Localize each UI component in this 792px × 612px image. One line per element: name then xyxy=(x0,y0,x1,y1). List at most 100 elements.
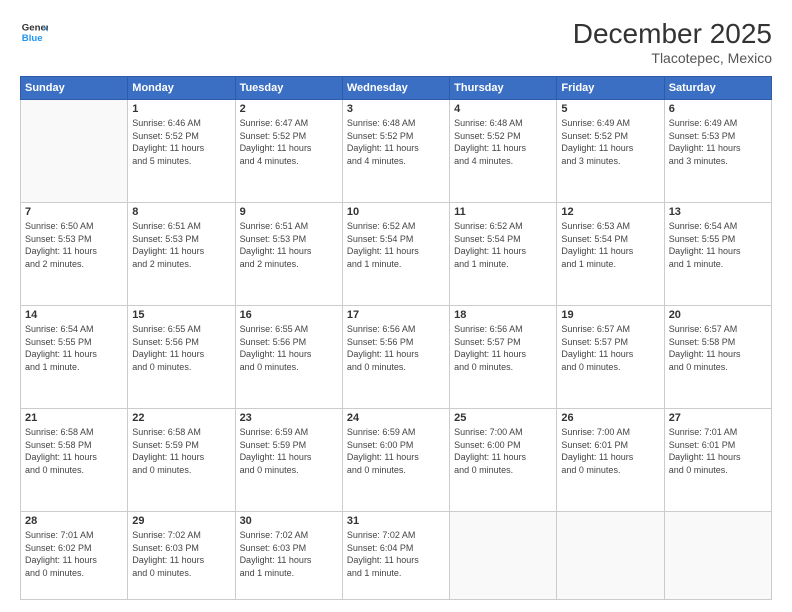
table-row: 19 Sunrise: 6:57 AM Sunset: 5:57 PM Dayli… xyxy=(557,306,664,409)
day-number: 25 xyxy=(454,412,552,424)
table-row: 14 Sunrise: 6:54 AM Sunset: 5:55 PM Dayli… xyxy=(21,306,128,409)
logo: General Blue xyxy=(20,18,48,46)
day-info: Sunrise: 6:55 AM Sunset: 5:56 PM Dayligh… xyxy=(240,323,338,373)
col-sunday: Sunday xyxy=(21,77,128,100)
svg-text:General: General xyxy=(22,22,48,33)
page: General Blue December 2025 Tlacotepec, M… xyxy=(0,0,792,612)
table-row: 26Sunrise: 7:00 AM Sunset: 6:01 PM Dayli… xyxy=(557,409,664,512)
day-info: Sunrise: 6:53 AM Sunset: 5:54 PM Dayligh… xyxy=(561,220,659,270)
table-row: 12Sunrise: 6:53 AM Sunset: 5:54 PM Dayli… xyxy=(557,203,664,306)
day-info: Sunrise: 6:50 AM Sunset: 5:53 PM Dayligh… xyxy=(25,220,123,270)
day-info: Sunrise: 6:59 AM Sunset: 6:00 PM Dayligh… xyxy=(347,426,445,476)
day-number: 4 xyxy=(454,103,552,115)
day-number: 14 xyxy=(25,309,123,321)
table-row xyxy=(21,100,128,203)
table-row: 28 Sunrise: 7:01 AM Sunset: 6:02 PM Dayli… xyxy=(21,512,128,600)
table-row: 10 Sunrise: 6:52 AM Sunset: 5:54 PM Dayli… xyxy=(342,203,449,306)
table-row: 3 Sunrise: 6:48 AM Sunset: 5:52 PM Daylig… xyxy=(342,100,449,203)
table-row: 6Sunrise: 6:49 AM Sunset: 5:53 PM Daylig… xyxy=(664,100,771,203)
day-number: 13 xyxy=(669,206,767,218)
day-info: Sunrise: 6:57 AM Sunset: 5:58 PM Dayligh… xyxy=(669,323,767,373)
table-row: 23 Sunrise: 6:59 AM Sunset: 5:59 PM Dayli… xyxy=(235,409,342,512)
col-friday: Friday xyxy=(557,77,664,100)
day-number: 31 xyxy=(347,515,445,527)
table-row: 24 Sunrise: 6:59 AM Sunset: 6:00 PM Dayli… xyxy=(342,409,449,512)
day-number: 5 xyxy=(561,103,659,115)
table-row: 13 Sunrise: 6:54 AM Sunset: 5:55 PM Dayli… xyxy=(664,203,771,306)
col-wednesday: Wednesday xyxy=(342,77,449,100)
table-row xyxy=(557,512,664,600)
day-number: 21 xyxy=(25,412,123,424)
day-number: 3 xyxy=(347,103,445,115)
table-row: 20Sunrise: 6:57 AM Sunset: 5:58 PM Dayli… xyxy=(664,306,771,409)
day-info: Sunrise: 6:54 AM Sunset: 5:55 PM Dayligh… xyxy=(25,323,123,373)
day-info: Sunrise: 6:48 AM Sunset: 5:52 PM Dayligh… xyxy=(347,117,445,167)
day-number: 23 xyxy=(240,412,338,424)
table-row: 2 Sunrise: 6:47 AM Sunset: 5:52 PM Daylig… xyxy=(235,100,342,203)
day-number: 2 xyxy=(240,103,338,115)
day-info: Sunrise: 7:02 AM Sunset: 6:03 PM Dayligh… xyxy=(240,529,338,579)
day-info: Sunrise: 7:02 AM Sunset: 6:03 PM Dayligh… xyxy=(132,529,230,579)
day-number: 19 xyxy=(561,309,659,321)
col-tuesday: Tuesday xyxy=(235,77,342,100)
table-row: 1 Sunrise: 6:46 AM Sunset: 5:52 PM Daylig… xyxy=(128,100,235,203)
day-info: Sunrise: 7:00 AM Sunset: 6:01 PM Dayligh… xyxy=(561,426,659,476)
day-info: Sunrise: 6:55 AM Sunset: 5:56 PM Dayligh… xyxy=(132,323,230,373)
col-monday: Monday xyxy=(128,77,235,100)
day-number: 17 xyxy=(347,309,445,321)
day-info: Sunrise: 6:52 AM Sunset: 5:54 PM Dayligh… xyxy=(347,220,445,270)
table-row: 18 Sunrise: 6:56 AM Sunset: 5:57 PM Dayli… xyxy=(450,306,557,409)
day-info: Sunrise: 7:00 AM Sunset: 6:00 PM Dayligh… xyxy=(454,426,552,476)
day-info: Sunrise: 6:58 AM Sunset: 5:58 PM Dayligh… xyxy=(25,426,123,476)
day-number: 9 xyxy=(240,206,338,218)
day-number: 11 xyxy=(454,206,552,218)
table-row: 22Sunrise: 6:58 AM Sunset: 5:59 PM Dayli… xyxy=(128,409,235,512)
subtitle: Tlacotepec, Mexico xyxy=(573,50,772,66)
day-info: Sunrise: 6:59 AM Sunset: 5:59 PM Dayligh… xyxy=(240,426,338,476)
day-info: Sunrise: 6:56 AM Sunset: 5:56 PM Dayligh… xyxy=(347,323,445,373)
table-row: 21 Sunrise: 6:58 AM Sunset: 5:58 PM Dayli… xyxy=(21,409,128,512)
calendar-table: Sunday Monday Tuesday Wednesday Thursday… xyxy=(20,76,772,600)
table-row: 11 Sunrise: 6:52 AM Sunset: 5:54 PM Dayli… xyxy=(450,203,557,306)
col-saturday: Saturday xyxy=(664,77,771,100)
day-info: Sunrise: 6:52 AM Sunset: 5:54 PM Dayligh… xyxy=(454,220,552,270)
day-info: Sunrise: 7:02 AM Sunset: 6:04 PM Dayligh… xyxy=(347,529,445,579)
day-info: Sunrise: 6:48 AM Sunset: 5:52 PM Dayligh… xyxy=(454,117,552,167)
table-row: 16Sunrise: 6:55 AM Sunset: 5:56 PM Dayli… xyxy=(235,306,342,409)
table-row xyxy=(664,512,771,600)
table-row: 5 Sunrise: 6:49 AM Sunset: 5:52 PM Daylig… xyxy=(557,100,664,203)
table-row: 9 Sunrise: 6:51 AM Sunset: 5:53 PM Daylig… xyxy=(235,203,342,306)
day-info: Sunrise: 7:01 AM Sunset: 6:01 PM Dayligh… xyxy=(669,426,767,476)
day-info: Sunrise: 6:57 AM Sunset: 5:57 PM Dayligh… xyxy=(561,323,659,373)
day-info: Sunrise: 6:56 AM Sunset: 5:57 PM Dayligh… xyxy=(454,323,552,373)
day-number: 18 xyxy=(454,309,552,321)
day-info: Sunrise: 6:49 AM Sunset: 5:52 PM Dayligh… xyxy=(561,117,659,167)
table-row: 17 Sunrise: 6:56 AM Sunset: 5:56 PM Dayli… xyxy=(342,306,449,409)
day-info: Sunrise: 6:51 AM Sunset: 5:53 PM Dayligh… xyxy=(240,220,338,270)
day-number: 27 xyxy=(669,412,767,424)
table-row: 7 Sunrise: 6:50 AM Sunset: 5:53 PM Daylig… xyxy=(21,203,128,306)
header: General Blue December 2025 Tlacotepec, M… xyxy=(20,18,772,66)
day-info: Sunrise: 6:46 AM Sunset: 5:52 PM Dayligh… xyxy=(132,117,230,167)
day-number: 10 xyxy=(347,206,445,218)
table-row: 30Sunrise: 7:02 AM Sunset: 6:03 PM Dayli… xyxy=(235,512,342,600)
day-number: 22 xyxy=(132,412,230,424)
day-number: 28 xyxy=(25,515,123,527)
day-info: Sunrise: 6:49 AM Sunset: 5:53 PM Dayligh… xyxy=(669,117,767,167)
day-number: 15 xyxy=(132,309,230,321)
day-number: 7 xyxy=(25,206,123,218)
table-row: 29Sunrise: 7:02 AM Sunset: 6:03 PM Dayli… xyxy=(128,512,235,600)
table-row: 15 Sunrise: 6:55 AM Sunset: 5:56 PM Dayli… xyxy=(128,306,235,409)
day-info: Sunrise: 6:51 AM Sunset: 5:53 PM Dayligh… xyxy=(132,220,230,270)
logo-icon: General Blue xyxy=(20,18,48,46)
day-number: 24 xyxy=(347,412,445,424)
table-row: 25 Sunrise: 7:00 AM Sunset: 6:00 PM Dayli… xyxy=(450,409,557,512)
day-info: Sunrise: 7:01 AM Sunset: 6:02 PM Dayligh… xyxy=(25,529,123,579)
svg-text:Blue: Blue xyxy=(22,33,43,44)
title-block: December 2025 Tlacotepec, Mexico xyxy=(573,18,772,66)
calendar-header-row: Sunday Monday Tuesday Wednesday Thursday… xyxy=(21,77,772,100)
day-info: Sunrise: 6:54 AM Sunset: 5:55 PM Dayligh… xyxy=(669,220,767,270)
day-number: 1 xyxy=(132,103,230,115)
day-info: Sunrise: 6:47 AM Sunset: 5:52 PM Dayligh… xyxy=(240,117,338,167)
table-row xyxy=(450,512,557,600)
